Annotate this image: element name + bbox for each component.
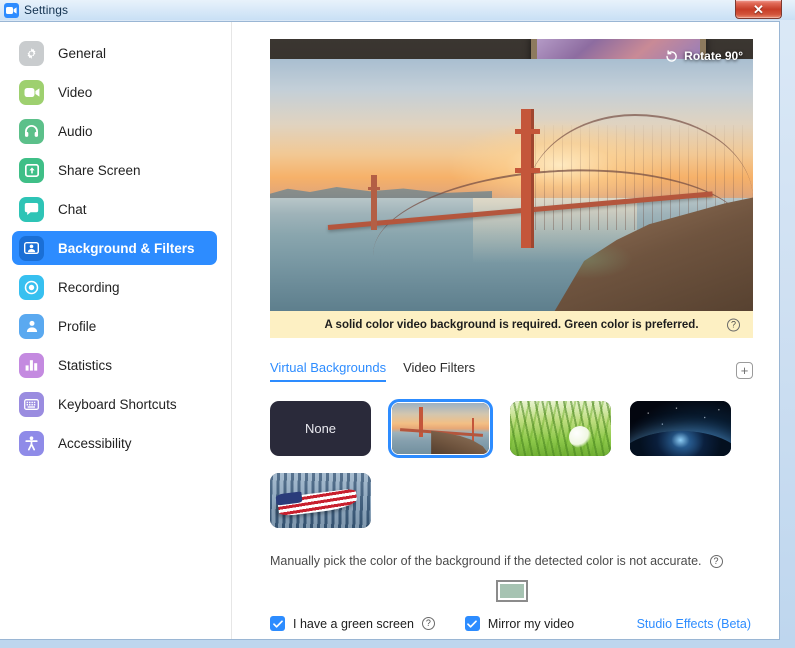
mirror-video-label: Mirror my video	[487, 616, 575, 631]
sidebar-item-label: Statistics	[58, 357, 113, 373]
panel-tabs: Virtual Backgrounds Video Filters +	[270, 358, 753, 382]
background-thumbnail-grass[interactable]	[510, 401, 611, 456]
background-thumbnail-none[interactable]: None	[270, 401, 371, 456]
background-filters-panel: Rotate 90° A solid color video backgroun…	[232, 22, 779, 639]
sidebar-item-label: Profile	[58, 318, 97, 334]
sidebar-item-label: Background & Filters	[58, 240, 195, 256]
client-area: General Video Audio Share Screen Chat Ba…	[0, 21, 780, 640]
tab-virtual-backgrounds[interactable]: Virtual Backgrounds	[270, 360, 387, 382]
green-screen-label: I have a green screen	[293, 616, 414, 631]
sidebar-item-recording[interactable]: Recording	[12, 270, 217, 304]
sidebar-item-label: Keyboard Shortcuts	[58, 396, 177, 412]
sidebar-item-label: Video	[58, 84, 93, 100]
keyboard-icon	[19, 391, 44, 417]
camera-icon	[19, 79, 44, 105]
bar-chart-icon	[19, 352, 44, 378]
question-mark-icon[interactable]: ?	[727, 318, 740, 331]
sidebar-item-label: Chat	[58, 201, 87, 217]
title-bar: Settings ✕	[0, 0, 795, 20]
rotate-90-button[interactable]: Rotate 90°	[665, 49, 743, 63]
background-thumbnail-grid: None	[270, 399, 753, 528]
settings-sidebar: General Video Audio Share Screen Chat Ba…	[0, 22, 232, 639]
sidebar-item-label: Audio	[58, 123, 93, 139]
question-mark-icon[interactable]: ?	[421, 617, 435, 630]
window-title: Settings	[24, 3, 69, 17]
plus-icon: +	[740, 363, 749, 378]
tab-label: Virtual Backgrounds	[270, 360, 387, 375]
manual-pick-text: Manually pick the color of the backgroun…	[270, 554, 702, 568]
sidebar-item-video[interactable]: Video	[12, 75, 217, 109]
sidebar-item-audio[interactable]: Audio	[12, 114, 217, 148]
sidebar-item-label: Accessibility	[58, 435, 132, 451]
green-screen-checkbox[interactable]	[270, 616, 285, 631]
person-icon	[19, 313, 44, 339]
thumbnail-image	[630, 401, 731, 456]
add-background-button[interactable]: +	[736, 362, 753, 379]
sidebar-item-profile[interactable]: Profile	[12, 309, 217, 343]
mirror-video-option: Mirror my video	[464, 616, 575, 631]
sidebar-item-label: Recording	[58, 279, 120, 295]
bridge-tower-main	[515, 109, 541, 248]
thumbnail-image	[392, 403, 489, 454]
options-row: I have a green screen ? Mirror my video …	[270, 616, 753, 631]
studio-effects-link[interactable]: Studio Effects (Beta)	[637, 617, 751, 631]
mirror-video-checkbox[interactable]	[464, 616, 480, 631]
background-thumbnail-american-flag[interactable]	[270, 473, 371, 528]
notice-text: A solid color video background is requir…	[324, 318, 699, 331]
rotate-ccw-icon	[665, 49, 678, 63]
person-card-icon	[19, 235, 44, 261]
rotate-90-label: Rotate 90°	[684, 49, 743, 63]
tab-label: Video Filters	[403, 360, 476, 375]
video-preview-wrapper: Rotate 90° A solid color video backgroun…	[270, 39, 753, 338]
background-color-picker[interactable]	[495, 580, 528, 602]
color-swatch-wrapper	[270, 580, 753, 602]
gear-icon	[19, 40, 44, 66]
green-screen-notice: A solid color video background is requir…	[270, 311, 753, 338]
record-circle-icon	[19, 274, 44, 300]
sidebar-item-share-screen[interactable]: Share Screen	[12, 153, 217, 187]
thumbnail-label: None	[304, 421, 337, 436]
background-thumbnail-earth-from-space[interactable]	[630, 401, 731, 456]
sidebar-item-background-and-filters[interactable]: Background & Filters	[12, 231, 217, 265]
settings-window: Settings ✕ General Video Audio Share Scr…	[0, 0, 795, 648]
virtual-background-preview-image	[270, 59, 753, 311]
background-thumbnail-golden-gate-bridge[interactable]	[388, 399, 493, 458]
sidebar-item-keyboard-shortcuts[interactable]: Keyboard Shortcuts	[12, 387, 217, 421]
bridge-tower-far	[368, 174, 381, 231]
thumbnail-image	[510, 401, 611, 456]
accessibility-icon	[19, 430, 44, 456]
green-screen-option: I have a green screen ?	[270, 616, 435, 631]
color-swatch-fill	[499, 584, 524, 598]
video-preview: Rotate 90°	[270, 39, 753, 311]
sidebar-item-general[interactable]: General	[12, 36, 217, 70]
sidebar-item-statistics[interactable]: Statistics	[12, 348, 217, 382]
sidebar-item-chat[interactable]: Chat	[12, 192, 217, 226]
chat-bubble-icon	[19, 196, 44, 222]
close-button[interactable]: ✕	[735, 0, 782, 19]
sidebar-item-label: General	[58, 45, 107, 61]
share-screen-icon	[19, 157, 44, 183]
headphones-icon	[19, 118, 44, 144]
thumbnail-bridge-deck	[399, 427, 484, 437]
question-mark-icon[interactable]: ?	[709, 554, 723, 568]
zoom-camera-icon	[4, 2, 19, 18]
manual-color-pick-row: Manually pick the color of the backgroun…	[270, 554, 753, 568]
sidebar-item-accessibility[interactable]: Accessibility	[12, 426, 217, 460]
sidebar-item-label: Share Screen	[58, 162, 141, 178]
tab-video-filters[interactable]: Video Filters	[403, 360, 475, 382]
close-icon: ✕	[753, 1, 764, 17]
